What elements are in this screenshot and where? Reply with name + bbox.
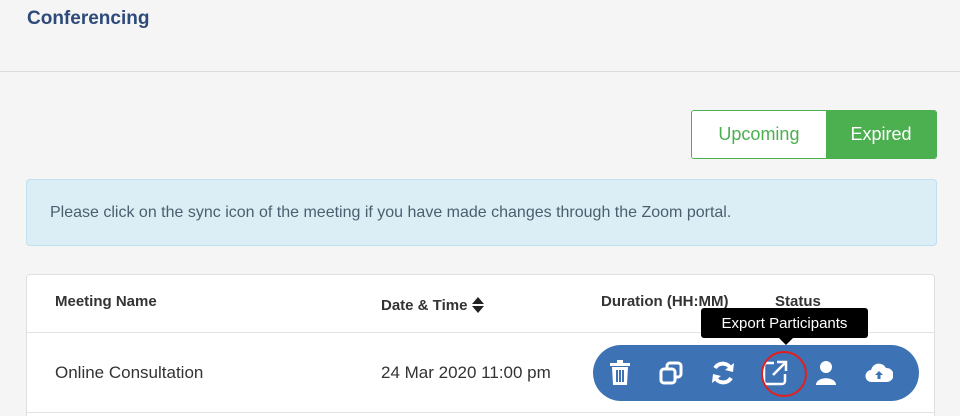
- tooltip-text: Export Participants: [721, 314, 848, 332]
- page-title: Conferencing: [27, 8, 150, 29]
- meeting-filter-toggle: Upcoming Expired: [691, 110, 937, 159]
- meeting-name-cell: Online Consultation: [55, 363, 204, 382]
- trash-icon[interactable]: [607, 359, 632, 388]
- info-alert-text: Please click on the sync icon of the mee…: [50, 203, 732, 221]
- column-header-meeting-name: Meeting Name: [55, 293, 157, 310]
- column-header-date-time[interactable]: Date & Time: [381, 295, 485, 315]
- info-alert: Please click on the sync icon of the mee…: [26, 179, 937, 246]
- column-header-date-time-label: Date & Time: [381, 296, 468, 314]
- upcoming-tab[interactable]: Upcoming: [692, 111, 826, 158]
- export-icon[interactable]: [762, 359, 788, 388]
- expired-tab[interactable]: Expired: [825, 111, 936, 158]
- row-actions-bar: [593, 345, 919, 401]
- copy-icon[interactable]: [658, 359, 683, 388]
- participant-icon[interactable]: [814, 359, 839, 388]
- meeting-datetime-cell: 24 Mar 2020 11:00 pm: [381, 363, 551, 382]
- sort-icon[interactable]: [471, 295, 485, 315]
- page-header: Conferencing: [0, 0, 960, 72]
- cloud-upload-icon[interactable]: [865, 359, 893, 388]
- tooltip: Export Participants: [701, 308, 868, 338]
- tooltip-arrow: [779, 338, 793, 345]
- sync-icon[interactable]: [710, 359, 736, 388]
